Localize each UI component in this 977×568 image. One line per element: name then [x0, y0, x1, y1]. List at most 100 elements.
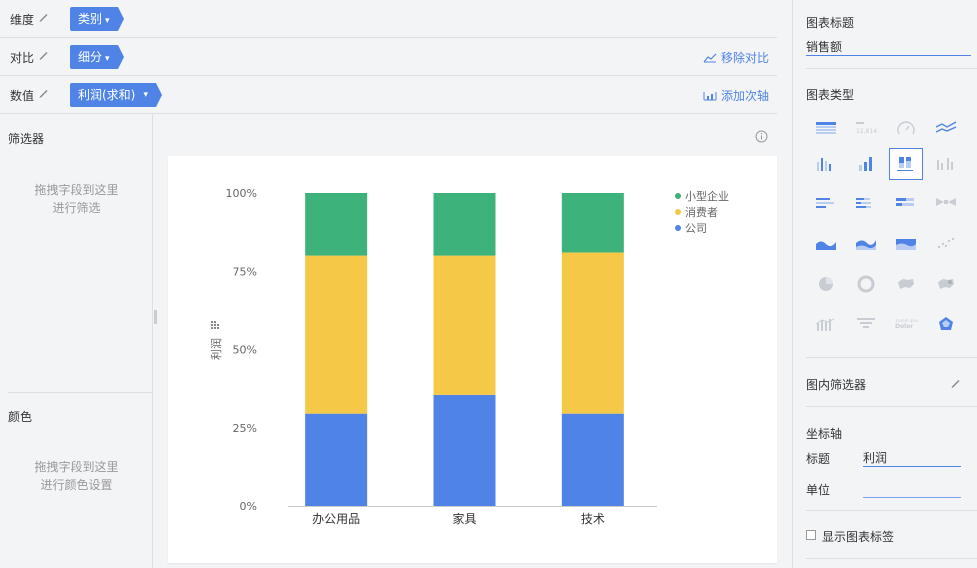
y-tick-label: 50% [233, 344, 257, 357]
svg-text:Dolor: Dolor [895, 323, 913, 330]
filter-dropzone[interactable]: 拖拽字段到这里 进行筛选 [0, 181, 153, 217]
funnel-chart-icon [857, 318, 875, 328]
chart-type-bar[interactable] [809, 148, 843, 180]
dimension-label: 维度 [10, 13, 35, 27]
chart-type-bar-grouped[interactable] [849, 148, 883, 180]
bar-segment [433, 255, 496, 395]
axis-section-label: 坐标轴 [806, 427, 843, 441]
chart-type-area-100[interactable] [889, 228, 923, 260]
pie-chart-icon [819, 277, 833, 291]
edit-pencil-icon[interactable] [950, 377, 962, 389]
color-hint-line2: 进行颜色设置 [40, 478, 113, 492]
x-tick-label: 办公用品 [312, 511, 360, 526]
gauge-chart-icon [897, 121, 915, 135]
axis-field-icon [211, 324, 213, 326]
bar-grouped-chart-icon [859, 157, 872, 171]
legend-label: 公司 [685, 222, 707, 235]
legend-marker [675, 193, 681, 199]
edit-pencil-icon[interactable] [38, 49, 50, 61]
axis-field-icon [214, 321, 216, 323]
chart-type-gauge[interactable] [889, 112, 923, 144]
chart-title-input[interactable]: 销售额 [806, 38, 971, 56]
axis-field-icon [217, 324, 219, 326]
chart-type-hbar[interactable] [809, 188, 843, 220]
dimension-row: 维度 类别 ▾ [0, 0, 777, 38]
axis-field-icon [214, 324, 216, 326]
x-tick-label: 家具 [452, 511, 476, 526]
compare-label: 对比 [10, 51, 35, 65]
chart-type-stacked-bar-100[interactable] [889, 148, 923, 180]
remove-compare-button[interactable]: 移除对比 [703, 49, 769, 66]
chart-type-line[interactable] [929, 112, 963, 144]
chart-type-map[interactable] [889, 268, 923, 300]
chart-type-label: 图表类型 [806, 88, 855, 102]
axis-field-icon [217, 327, 219, 329]
wordcloud-chart-icon: Lorem ipsuDolor [895, 318, 918, 330]
chart-type-hbar-100[interactable] [889, 188, 923, 220]
chart-type-radar[interactable] [929, 308, 963, 340]
show-labels-label: 显示图表标签 [822, 530, 895, 544]
bar-segment [433, 193, 496, 256]
secondary-axis-icon [703, 92, 717, 101]
stacked-bar-chart: 0% 25% 50% 75% 100% 利润办公用品 家具 技术 小型企业消费者公司 [209, 187, 729, 526]
value-label: 数值 [10, 89, 35, 103]
legend-label: 消费者 [685, 205, 718, 219]
bar-segment [433, 394, 496, 506]
color-dropzone[interactable]: 拖拽字段到这里 进行颜色设置 [0, 458, 153, 494]
edit-pencil-icon[interactable] [38, 87, 50, 99]
chart-type-donut[interactable] [849, 268, 883, 300]
chart-type-bar-dim[interactable] [929, 148, 963, 180]
bar-segment [305, 413, 368, 506]
line-chart-icon [935, 121, 957, 133]
resize-handle[interactable] [154, 310, 157, 324]
info-icon[interactable] [755, 130, 768, 143]
legend-marker [675, 209, 681, 215]
hbar-stacked-chart-icon [856, 198, 871, 208]
chart-type-area-stacked[interactable] [849, 228, 883, 260]
color-title: 颜色 [8, 410, 33, 424]
value-pill[interactable]: 利润(求和) ▾ [70, 83, 162, 107]
filter-hint-line1: 拖拽字段到这里 [34, 183, 119, 197]
bar-chart-icon [817, 158, 831, 171]
chart-type-histogram[interactable] [809, 308, 843, 340]
edit-pencil-icon[interactable] [38, 11, 50, 23]
bar-segment [305, 255, 368, 414]
chart-type-table[interactable] [809, 112, 843, 144]
axis-field-icon [211, 321, 213, 323]
add-secondary-axis-label: 添加次轴 [720, 89, 769, 103]
dimension-pill[interactable]: 类别 ▾ [70, 7, 124, 31]
axis-title-input[interactable]: 利润 [863, 449, 961, 467]
bar-segment [561, 252, 624, 414]
y-tick-label: 75% [233, 265, 257, 278]
chart-card: 0% 25% 50% 75% 100% 利润 办公用品 家具 技术 小型企业 消费者 公司 [168, 156, 777, 563]
area-chart-icon [816, 241, 836, 250]
y-tick-label: 100% [226, 187, 257, 200]
hbar-chart-icon [816, 198, 834, 208]
butterfly-chart-icon [936, 198, 956, 206]
chart-type-butterfly[interactable] [929, 188, 963, 220]
unit-input[interactable] [863, 480, 961, 498]
chart-type-scatter[interactable] [929, 228, 963, 260]
show-labels-checkbox[interactable] [806, 530, 816, 540]
radar-chart-icon [939, 317, 953, 330]
compare-pill[interactable]: 细分 ▾ [70, 45, 124, 69]
chart-type-hbar-stacked[interactable] [849, 188, 883, 220]
bar-segment [305, 193, 368, 256]
chart-type-wordcloud[interactable]: Lorem ipsu Dolor [889, 308, 923, 340]
separator [806, 510, 977, 511]
field-panel: 筛选器 拖拽字段到这里 进行筛选 颜色 拖拽字段到这里 进行颜色设置 [0, 114, 153, 568]
separator [806, 357, 977, 358]
hbar-100-chart-icon [896, 198, 914, 206]
y-tick-label: 25% [233, 422, 257, 435]
stacked-bar-100-chart-icon [897, 157, 913, 171]
chart-type-kpi[interactable]: 12,814 [849, 112, 883, 144]
chart-type-map-bubble[interactable] [929, 268, 963, 300]
chart-type-area[interactable] [809, 228, 843, 260]
axis-field-icon [214, 327, 216, 329]
table-chart-icon [816, 122, 836, 134]
chart-type-funnel[interactable] [849, 308, 883, 340]
chart-type-pie[interactable] [809, 268, 843, 300]
add-secondary-axis-button[interactable]: 添加次轴 [703, 87, 769, 104]
remove-compare-label: 移除对比 [720, 51, 769, 65]
x-tick-label: 技术 [581, 512, 605, 526]
